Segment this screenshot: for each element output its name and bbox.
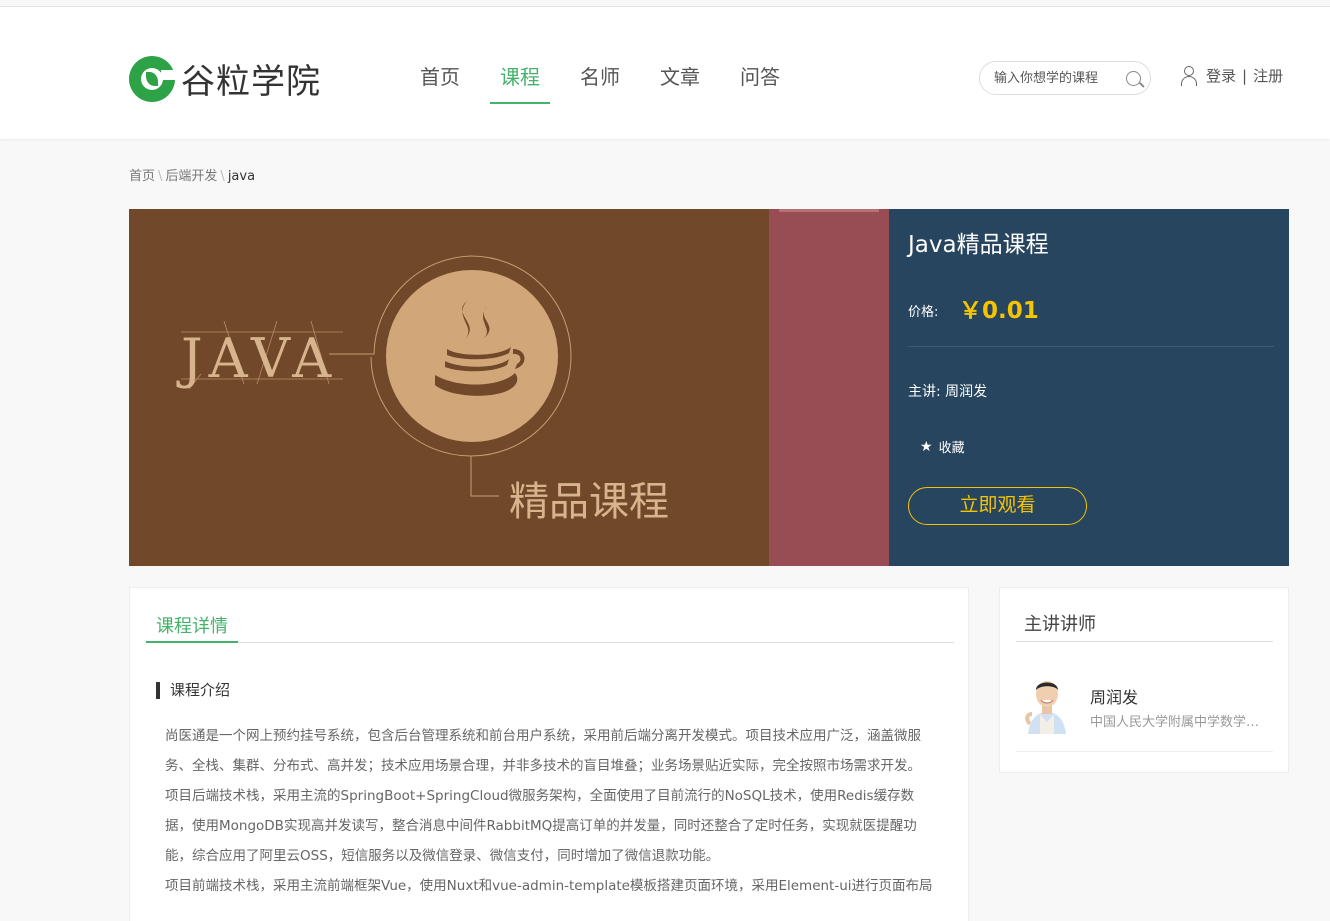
nav-courses[interactable]: 课程 xyxy=(480,7,560,139)
register-link[interactable]: 注册 xyxy=(1253,65,1283,86)
logo-icon xyxy=(129,55,175,102)
breadcrumb-category[interactable]: 后端开发 xyxy=(165,169,217,184)
section-title: 课程介绍 xyxy=(156,682,230,699)
breadcrumb-separator: \ xyxy=(158,169,163,184)
user-area: 登录 | 注册 xyxy=(1180,65,1283,86)
course-teacher: 主讲: 周润发 xyxy=(908,381,987,401)
star-icon: ★ xyxy=(920,438,933,455)
banner-stripe xyxy=(769,209,889,566)
search-icon[interactable] xyxy=(1126,71,1141,86)
logo-text: 谷粒学院 xyxy=(181,62,321,102)
nav-articles[interactable]: 文章 xyxy=(640,7,720,139)
teacher-sidebar: 主讲讲师 周润发 中国人民大学附属中学数学一级教师 xyxy=(999,587,1289,773)
search-input[interactable] xyxy=(994,68,1114,88)
teacher-card-name[interactable]: 周润发 xyxy=(1090,684,1138,708)
breadcrumb: 首页 \ 后端开发 \ java xyxy=(129,165,255,184)
teacher-card-description: 中国人民大学附属中学数学一级教师 xyxy=(1090,715,1270,730)
logo[interactable]: 谷粒学院 xyxy=(129,54,321,103)
user-icon xyxy=(1180,65,1198,86)
course-detail-panel: 课程详情 课程介绍 尚医通是一个网上预约挂号系统，包含后台管理系统和前台用户系统… xyxy=(129,587,969,921)
sidebar-title: 主讲讲师 xyxy=(1016,610,1273,642)
course-description: 尚医通是一个网上预约挂号系统，包含后台管理系统和前台用户系统，采用前后端分离开发… xyxy=(165,721,935,901)
main-nav: 首页 课程 名师 文章 问答 xyxy=(400,7,800,139)
login-link[interactable]: 登录 xyxy=(1206,65,1236,86)
watch-now-button[interactable]: 立即观看 xyxy=(908,487,1087,525)
breadcrumb-separator: \ xyxy=(220,169,225,184)
breadcrumb-home[interactable]: 首页 xyxy=(129,169,155,184)
avatar[interactable] xyxy=(1022,674,1072,734)
search-box xyxy=(979,61,1151,95)
description-paragraph: 项目后端技术栈，采用主流的SpringBoot+SpringCloud微服务架构… xyxy=(165,788,917,864)
sidebar-divider xyxy=(1016,751,1273,752)
cover-subtitle: 精品课程 xyxy=(509,479,669,525)
nav-qa[interactable]: 问答 xyxy=(720,7,800,139)
favorite-button[interactable]: ★ 收藏 xyxy=(920,437,965,457)
nav-home[interactable]: 首页 xyxy=(400,7,480,139)
course-title: Java精品课程 xyxy=(908,232,1049,258)
course-info-panel: Java精品课程 价格: ￥0.01 主讲: 周润发 ★ 收藏 立即观看 xyxy=(889,209,1289,566)
info-divider xyxy=(908,346,1274,347)
course-cover-image: JAVA 精品课程 xyxy=(129,209,769,566)
description-paragraph: 尚医通是一个网上预约挂号系统，包含后台管理系统和前台用户系统，采用前后端分离开发… xyxy=(165,728,921,774)
teacher-label: 主讲: xyxy=(908,384,941,400)
nav-teachers[interactable]: 名师 xyxy=(560,7,640,139)
favorite-label: 收藏 xyxy=(938,441,965,456)
teacher-name: 周润发 xyxy=(945,384,988,400)
description-paragraph: 项目前端技术栈，采用主流前端框架Vue，使用Nuxt和vue-admin-tem… xyxy=(165,878,933,894)
detail-tabbar: 课程详情 xyxy=(146,612,954,643)
user-separator: | xyxy=(1242,66,1248,85)
course-banner: JAVA 精品课程 Java精品课程 价格: ￥0.01 主讲: 周润发 ★ 收… xyxy=(129,209,1289,566)
cover-art: JAVA 精品课程 xyxy=(176,255,669,525)
price-label: 价格: xyxy=(908,305,939,320)
site-header: 谷粒学院 首页 课程 名师 文章 问答 登录 | 注册 xyxy=(0,7,1330,139)
course-price: ￥0.01 xyxy=(959,298,1039,324)
breadcrumb-current: java xyxy=(227,169,256,184)
cover-java-text: JAVA xyxy=(176,327,337,390)
tab-course-detail[interactable]: 课程详情 xyxy=(146,612,238,643)
